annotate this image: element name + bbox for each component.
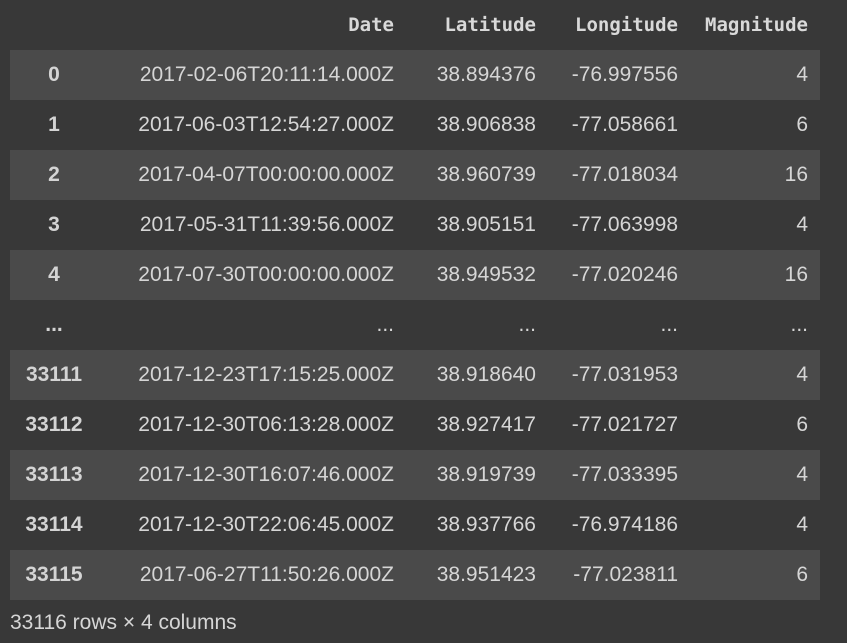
table-row: 33114 2017-12-30T22:06:45.000Z 38.937766… (10, 500, 820, 550)
header-row: Date Latitude Longitude Magnitude (10, 0, 820, 50)
magnitude-cell: 16 (784, 163, 808, 186)
table-row: 33112 2017-12-30T06:13:28.000Z 38.927417… (10, 400, 820, 450)
row-index: 33112 (25, 413, 83, 436)
row-index: 33113 (25, 463, 83, 486)
row-index: 33114 (25, 513, 83, 536)
column-header-magnitude: Magnitude (705, 14, 808, 36)
row-index: 1 (48, 113, 60, 136)
row-index: 0 (48, 63, 60, 86)
latitude-cell: 38.927417 (436, 413, 536, 436)
row-index: ... (45, 313, 63, 336)
date-cell: 2017-12-30T16:07:46.000Z (138, 463, 394, 486)
column-header-latitude: Latitude (444, 14, 536, 36)
table-row: 3 2017-05-31T11:39:56.000Z 38.905151 -77… (10, 200, 820, 250)
longitude-cell: -77.020246 (571, 263, 678, 286)
latitude-cell: 38.919739 (436, 463, 536, 486)
latitude-cell: 38.918640 (436, 363, 536, 386)
longitude-cell: -76.997556 (571, 63, 678, 86)
ellipsis-row: ... ... ... ... ... (10, 300, 820, 350)
table-row: 33115 2017-06-27T11:50:26.000Z 38.951423… (10, 550, 820, 600)
latitude-cell: 38.937766 (436, 513, 536, 536)
latitude-cell: 38.905151 (436, 213, 536, 236)
date-cell: 2017-04-07T00:00:00.000Z (138, 163, 394, 186)
longitude-cell: -77.031953 (571, 363, 678, 386)
table-row: 33113 2017-12-30T16:07:46.000Z 38.919739… (10, 450, 820, 500)
latitude-cell: 38.951423 (436, 563, 536, 586)
magnitude-cell: 6 (796, 113, 808, 136)
magnitude-cell: 6 (796, 413, 808, 436)
magnitude-cell: 16 (784, 263, 808, 286)
table-body: 0 2017-02-06T20:11:14.000Z 38.894376 -76… (10, 50, 820, 600)
magnitude-cell: ... (790, 313, 808, 336)
magnitude-cell: 4 (796, 63, 808, 86)
date-cell: 2017-12-23T17:15:25.000Z (138, 363, 394, 386)
table-row: 33111 2017-12-23T17:15:25.000Z 38.918640… (10, 350, 820, 400)
longitude-cell: -77.018034 (571, 163, 678, 186)
date-cell: 2017-12-30T06:13:28.000Z (138, 413, 394, 436)
magnitude-cell: 4 (796, 463, 808, 486)
longitude-cell: -77.033395 (571, 463, 678, 486)
date-cell: 2017-05-31T11:39:56.000Z (139, 213, 394, 236)
table-row: 2 2017-04-07T00:00:00.000Z 38.960739 -77… (10, 150, 820, 200)
table-row: 0 2017-02-06T20:11:14.000Z 38.894376 -76… (10, 50, 820, 100)
longitude-cell: -77.023811 (573, 563, 678, 586)
index-header (10, 0, 98, 50)
table-row: 1 2017-06-03T12:54:27.000Z 38.906838 -77… (10, 100, 820, 150)
magnitude-cell: 4 (796, 213, 808, 236)
longitude-cell: ... (660, 313, 678, 336)
date-cell: 2017-07-30T00:00:00.000Z (138, 263, 394, 286)
column-header-date: Date (348, 14, 394, 36)
dataframe-output: Date Latitude Longitude Magnitude 0 2017… (10, 0, 820, 600)
date-cell: 2017-02-06T20:11:14.000Z (139, 63, 394, 86)
magnitude-cell: 4 (796, 513, 808, 536)
longitude-cell: -77.063998 (571, 213, 678, 236)
dataframe-shape-text: 33116 rows × 4 columns (10, 611, 237, 634)
latitude-cell: 38.906838 (436, 113, 536, 136)
date-cell: 2017-06-03T12:54:27.000Z (138, 113, 394, 136)
dataframe-table: Date Latitude Longitude Magnitude 0 2017… (10, 0, 820, 600)
magnitude-cell: 6 (796, 563, 808, 586)
longitude-cell: -77.058661 (571, 113, 678, 136)
column-header-longitude: Longitude (575, 14, 678, 36)
row-index: 33115 (25, 563, 83, 586)
row-index: 3 (48, 213, 60, 236)
date-cell: 2017-12-30T22:06:45.000Z (138, 513, 394, 536)
longitude-cell: -76.974186 (571, 513, 678, 536)
table-row: 4 2017-07-30T00:00:00.000Z 38.949532 -77… (10, 250, 820, 300)
table-header: Date Latitude Longitude Magnitude (10, 0, 820, 50)
latitude-cell: ... (518, 313, 536, 336)
magnitude-cell: 4 (796, 363, 808, 386)
date-cell: ... (376, 313, 394, 336)
latitude-cell: 38.949532 (436, 263, 536, 286)
latitude-cell: 38.894376 (436, 63, 536, 86)
row-index: 4 (48, 263, 60, 286)
row-index: 33111 (25, 363, 83, 386)
latitude-cell: 38.960739 (436, 163, 536, 186)
date-cell: 2017-06-27T11:50:26.000Z (139, 563, 394, 586)
row-index: 2 (48, 163, 60, 186)
longitude-cell: -77.021727 (571, 413, 678, 436)
